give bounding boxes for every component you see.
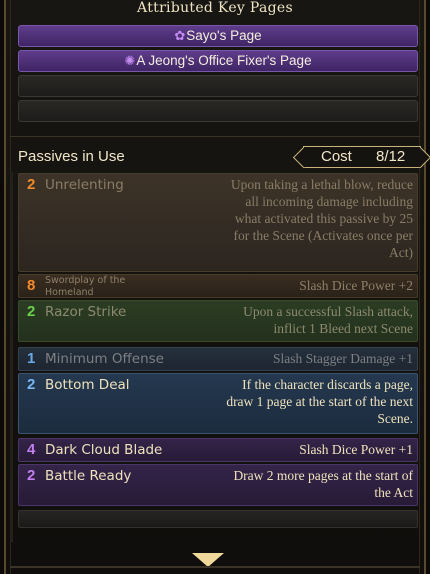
passive-name: Battle Ready — [45, 468, 132, 484]
passive-cost: 8 — [27, 277, 36, 294]
flower-emblem-icon: ✿ — [174, 28, 186, 43]
passive-description: If the character discards a page, draw 1… — [226, 377, 413, 426]
passive-row-swordplay[interactable]: 8 Swordplay of the Homeland Slash Dice P… — [18, 274, 418, 298]
passives-header: Passives in Use — [18, 148, 125, 165]
cost-indicator: Cost 8/12 — [303, 146, 421, 168]
passive-name: Bottom Deal — [45, 377, 130, 393]
passive-row-unrelenting[interactable]: 2 Unrelenting Upon taking a lethal blow,… — [18, 173, 418, 272]
down-triangle-icon[interactable] — [192, 553, 224, 567]
passive-description: Upon taking a lethal blow, reduce all in… — [230, 177, 413, 260]
passive-description: Draw 2 more pages at the start of the Ac… — [233, 468, 413, 500]
key-pages-title: Attributed Key Pages — [137, 0, 293, 16]
cost-label: Cost — [321, 148, 352, 165]
key-page-slot-sayo[interactable]: ✿Sayo's Page — [18, 25, 418, 47]
divider — [10, 136, 420, 137]
scrollbar-track[interactable] — [10, 172, 13, 542]
passive-row-bottom-deal[interactable]: 2 Bottom Deal If the character discards … — [18, 373, 418, 434]
key-page-slot-empty[interactable] — [18, 100, 418, 122]
passive-cost: 2 — [27, 303, 36, 320]
passive-description: Upon a successful Slash attack, inflict … — [243, 304, 413, 336]
cost-value: 8/12 — [376, 148, 406, 165]
passive-row-minimum-offense[interactable]: 1 Minimum Offense Slash Stagger Damage +… — [18, 347, 418, 371]
passive-cost: 4 — [27, 441, 36, 458]
key-page-name: A Jeong's Office Fixer's Page — [136, 53, 312, 68]
key-page-name: Sayo's Page — [186, 28, 262, 43]
passive-cost: 2 — [27, 467, 36, 484]
passive-cost: 2 — [27, 376, 36, 393]
passive-row-battle-ready[interactable]: 2 Battle Ready Draw 2 more pages at the … — [18, 464, 418, 506]
passive-description: Slash Stagger Damage +1 — [273, 351, 413, 366]
passive-cost: 1 — [27, 350, 36, 367]
passive-row-razor-strike[interactable]: 2 Razor Strike Upon a successful Slash a… — [18, 300, 418, 342]
passive-name: Dark Cloud Blade — [45, 442, 163, 458]
passive-description: Slash Dice Power +2 — [299, 278, 413, 293]
passive-row-empty[interactable] — [18, 510, 418, 528]
passive-name: Razor Strike — [45, 304, 127, 320]
passive-name: Minimum Offense — [45, 351, 164, 367]
gear-emblem-icon: ✺ — [124, 53, 136, 68]
key-page-slot-jeong[interactable]: ✺A Jeong's Office Fixer's Page — [18, 50, 418, 72]
passive-name: Swordplay of the Homeland — [45, 275, 126, 298]
key-page-slot-empty[interactable] — [18, 75, 418, 97]
passive-description: Slash Dice Power +1 — [299, 442, 413, 457]
passive-name: Unrelenting — [45, 177, 124, 193]
bottom-divider — [10, 566, 420, 568]
passive-cost: 2 — [27, 176, 36, 193]
passive-row-dark-cloud-blade[interactable]: 4 Dark Cloud Blade Slash Dice Power +1 — [18, 438, 418, 462]
